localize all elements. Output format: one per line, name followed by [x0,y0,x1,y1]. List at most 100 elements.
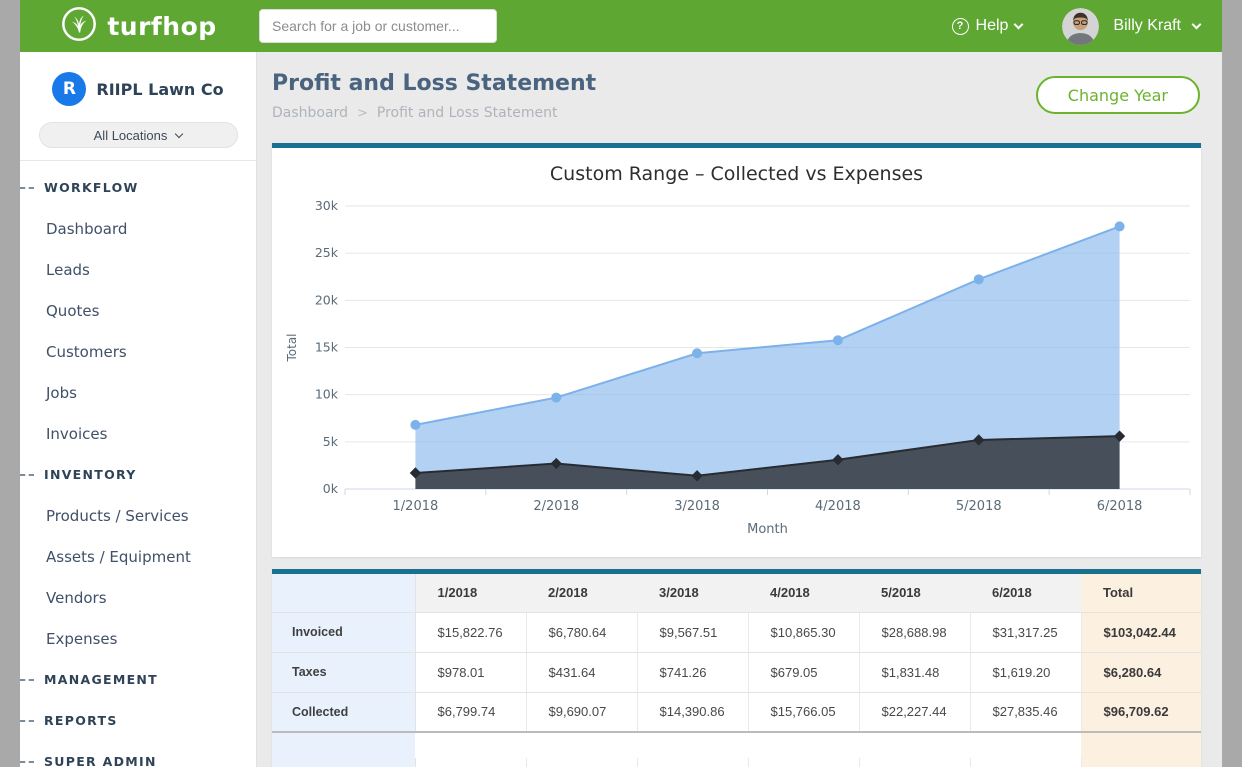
cell-value: $679.05 [748,652,859,692]
cell-value: $978.01 [415,652,526,692]
sidebar-section-reports[interactable]: REPORTS [20,700,256,741]
cell-total: $103,042.44 [1081,612,1201,652]
cell-value: $15,766.05 [748,692,859,732]
svg-text:6/2018: 6/2018 [1097,499,1143,514]
search-input[interactable] [259,9,497,43]
collected-vs-expenses-chart: 0k5k10k15k20k25k30k1/20182/20183/20184/2… [272,200,1201,552]
sidebar-item-leads[interactable]: Leads [20,249,256,290]
svg-text:25k: 25k [315,245,339,260]
header-cell-4-2018: 4/2018 [748,574,859,612]
header-cell-6-2018: 6/2018 [970,574,1081,612]
sidebar-section-inventory[interactable]: INVENTORY [20,454,256,495]
header-cell-1-2018: 1/2018 [415,574,526,612]
cell-value: $431.64 [526,652,637,692]
svg-text:2/2018: 2/2018 [533,499,579,514]
table-header-row: 1/20182/20183/20184/20185/20186/2018Tota… [272,574,1201,612]
section-dash-icon [20,761,34,763]
sidebar-item-customers[interactable]: Customers [20,331,256,372]
sidebar-item-quotes[interactable]: Quotes [20,290,256,331]
topbar-right: ? Help Billy Kraft [952,8,1222,45]
row-label: Contract Labor [272,758,415,767]
breadcrumb-dashboard[interactable]: Dashboard [272,105,348,121]
help-icon: ? [952,18,969,35]
svg-text:4/2018: 4/2018 [815,499,861,514]
sidebar-item-dashboard[interactable]: Dashboard [20,208,256,249]
row-label: Collected [272,692,415,732]
svg-text:0k: 0k [323,481,339,496]
cell-value: $0.00 [859,758,970,767]
company-name: RIIPL Lawn Co [96,80,223,99]
sidebar-section-super-admin[interactable]: SUPER ADMIN [20,741,256,767]
section-dash-icon [20,720,34,722]
separator-cell [1081,732,1201,758]
brand-name: turfhop [107,12,216,41]
sidebar-item-invoices[interactable]: Invoices [20,413,256,454]
pl-table-card: 1/20182/20183/20184/20185/20186/2018Tota… [272,569,1201,767]
header-cell-row-label [272,574,415,612]
cell-value: $27,835.46 [970,692,1081,732]
breadcrumb-separator-icon: > [357,106,368,121]
pl-table: 1/20182/20183/20184/20185/20186/2018Tota… [272,574,1201,767]
cell-value: $31,317.25 [970,612,1081,652]
chevron-down-icon [175,130,183,138]
cell-total: $96,709.62 [1081,692,1201,732]
separator-cell [970,732,1081,758]
svg-text:5/2018: 5/2018 [956,499,1002,514]
table-row-taxes: Taxes$978.01$431.64$741.26$679.05$1,831.… [272,652,1201,692]
company-logo: R [52,72,86,106]
avatar[interactable] [1062,8,1099,45]
cell-value: $842.55 [526,758,637,767]
sidebar-item-vendors[interactable]: Vendors [20,577,256,618]
turfhop-logo-icon [60,5,98,48]
table-row-invoiced: Invoiced$15,822.76$6,780.64$9,567.51$10,… [272,612,1201,652]
cell-value: $1,831.48 [859,652,970,692]
brand-logo[interactable]: turfhop [20,5,257,48]
app-window: turfhop ? Help [20,0,1222,767]
cell-value: $0.00 [970,758,1081,767]
separator-cell [415,732,526,758]
user-menu[interactable]: Billy Kraft [1113,17,1200,35]
header-cell-2-2018: 2/2018 [526,574,637,612]
sidebar-section-workflow[interactable]: WORKFLOW [20,167,256,208]
cell-value: $6,799.74 [415,692,526,732]
help-menu[interactable]: ? Help [952,17,1023,35]
sidebar: R RIIPL Lawn Co All Locations WORKFLOWDa… [20,52,257,767]
sidebar-item-jobs[interactable]: Jobs [20,372,256,413]
cell-value: $0.00 [415,758,526,767]
chevron-down-icon [1014,19,1024,29]
row-label: Taxes [272,652,415,692]
cell-value: $10,865.30 [748,612,859,652]
svg-text:5k: 5k [323,434,339,449]
section-dash-icon [20,474,34,476]
cell-total: $1,401.23 [1081,758,1201,767]
sidebar-item-assets-equipment[interactable]: Assets / Equipment [20,536,256,577]
table-group-separator [272,732,1201,758]
change-year-button[interactable]: Change Year [1036,76,1200,114]
chevron-down-icon [1192,19,1202,29]
main-content: Profit and Loss Statement Dashboard > Pr… [257,52,1222,767]
section-dash-icon [20,187,34,189]
sidebar-item-expenses[interactable]: Expenses [20,618,256,659]
cell-value: $14,390.86 [637,692,748,732]
chart-card: Custom Range – Collected vs Expenses 0k 5… [272,143,1201,557]
chart-title: Custom Range – Collected vs Expenses [272,148,1201,200]
location-filter-dropdown[interactable]: All Locations [39,122,238,148]
cell-value: $9,567.51 [637,612,748,652]
svg-text:10k: 10k [315,387,339,402]
svg-text:3/2018: 3/2018 [674,499,720,514]
cell-value: $15,822.76 [415,612,526,652]
separator-cell [272,732,415,758]
cell-value: $558.68 [748,758,859,767]
cell-value: $28,688.98 [859,612,970,652]
cell-total: $6,280.64 [1081,652,1201,692]
cell-value: $6,780.64 [526,612,637,652]
help-label: Help [976,17,1009,35]
header-cell-total: Total [1081,574,1201,612]
section-dash-icon [20,679,34,681]
sidebar-item-products-services[interactable]: Products / Services [20,495,256,536]
cell-value: $0.00 [637,758,748,767]
cell-value: $9,690.07 [526,692,637,732]
sidebar-section-management[interactable]: MANAGEMENT [20,659,256,700]
svg-text:1/2018: 1/2018 [393,499,439,514]
svg-text:30k: 30k [315,200,339,213]
